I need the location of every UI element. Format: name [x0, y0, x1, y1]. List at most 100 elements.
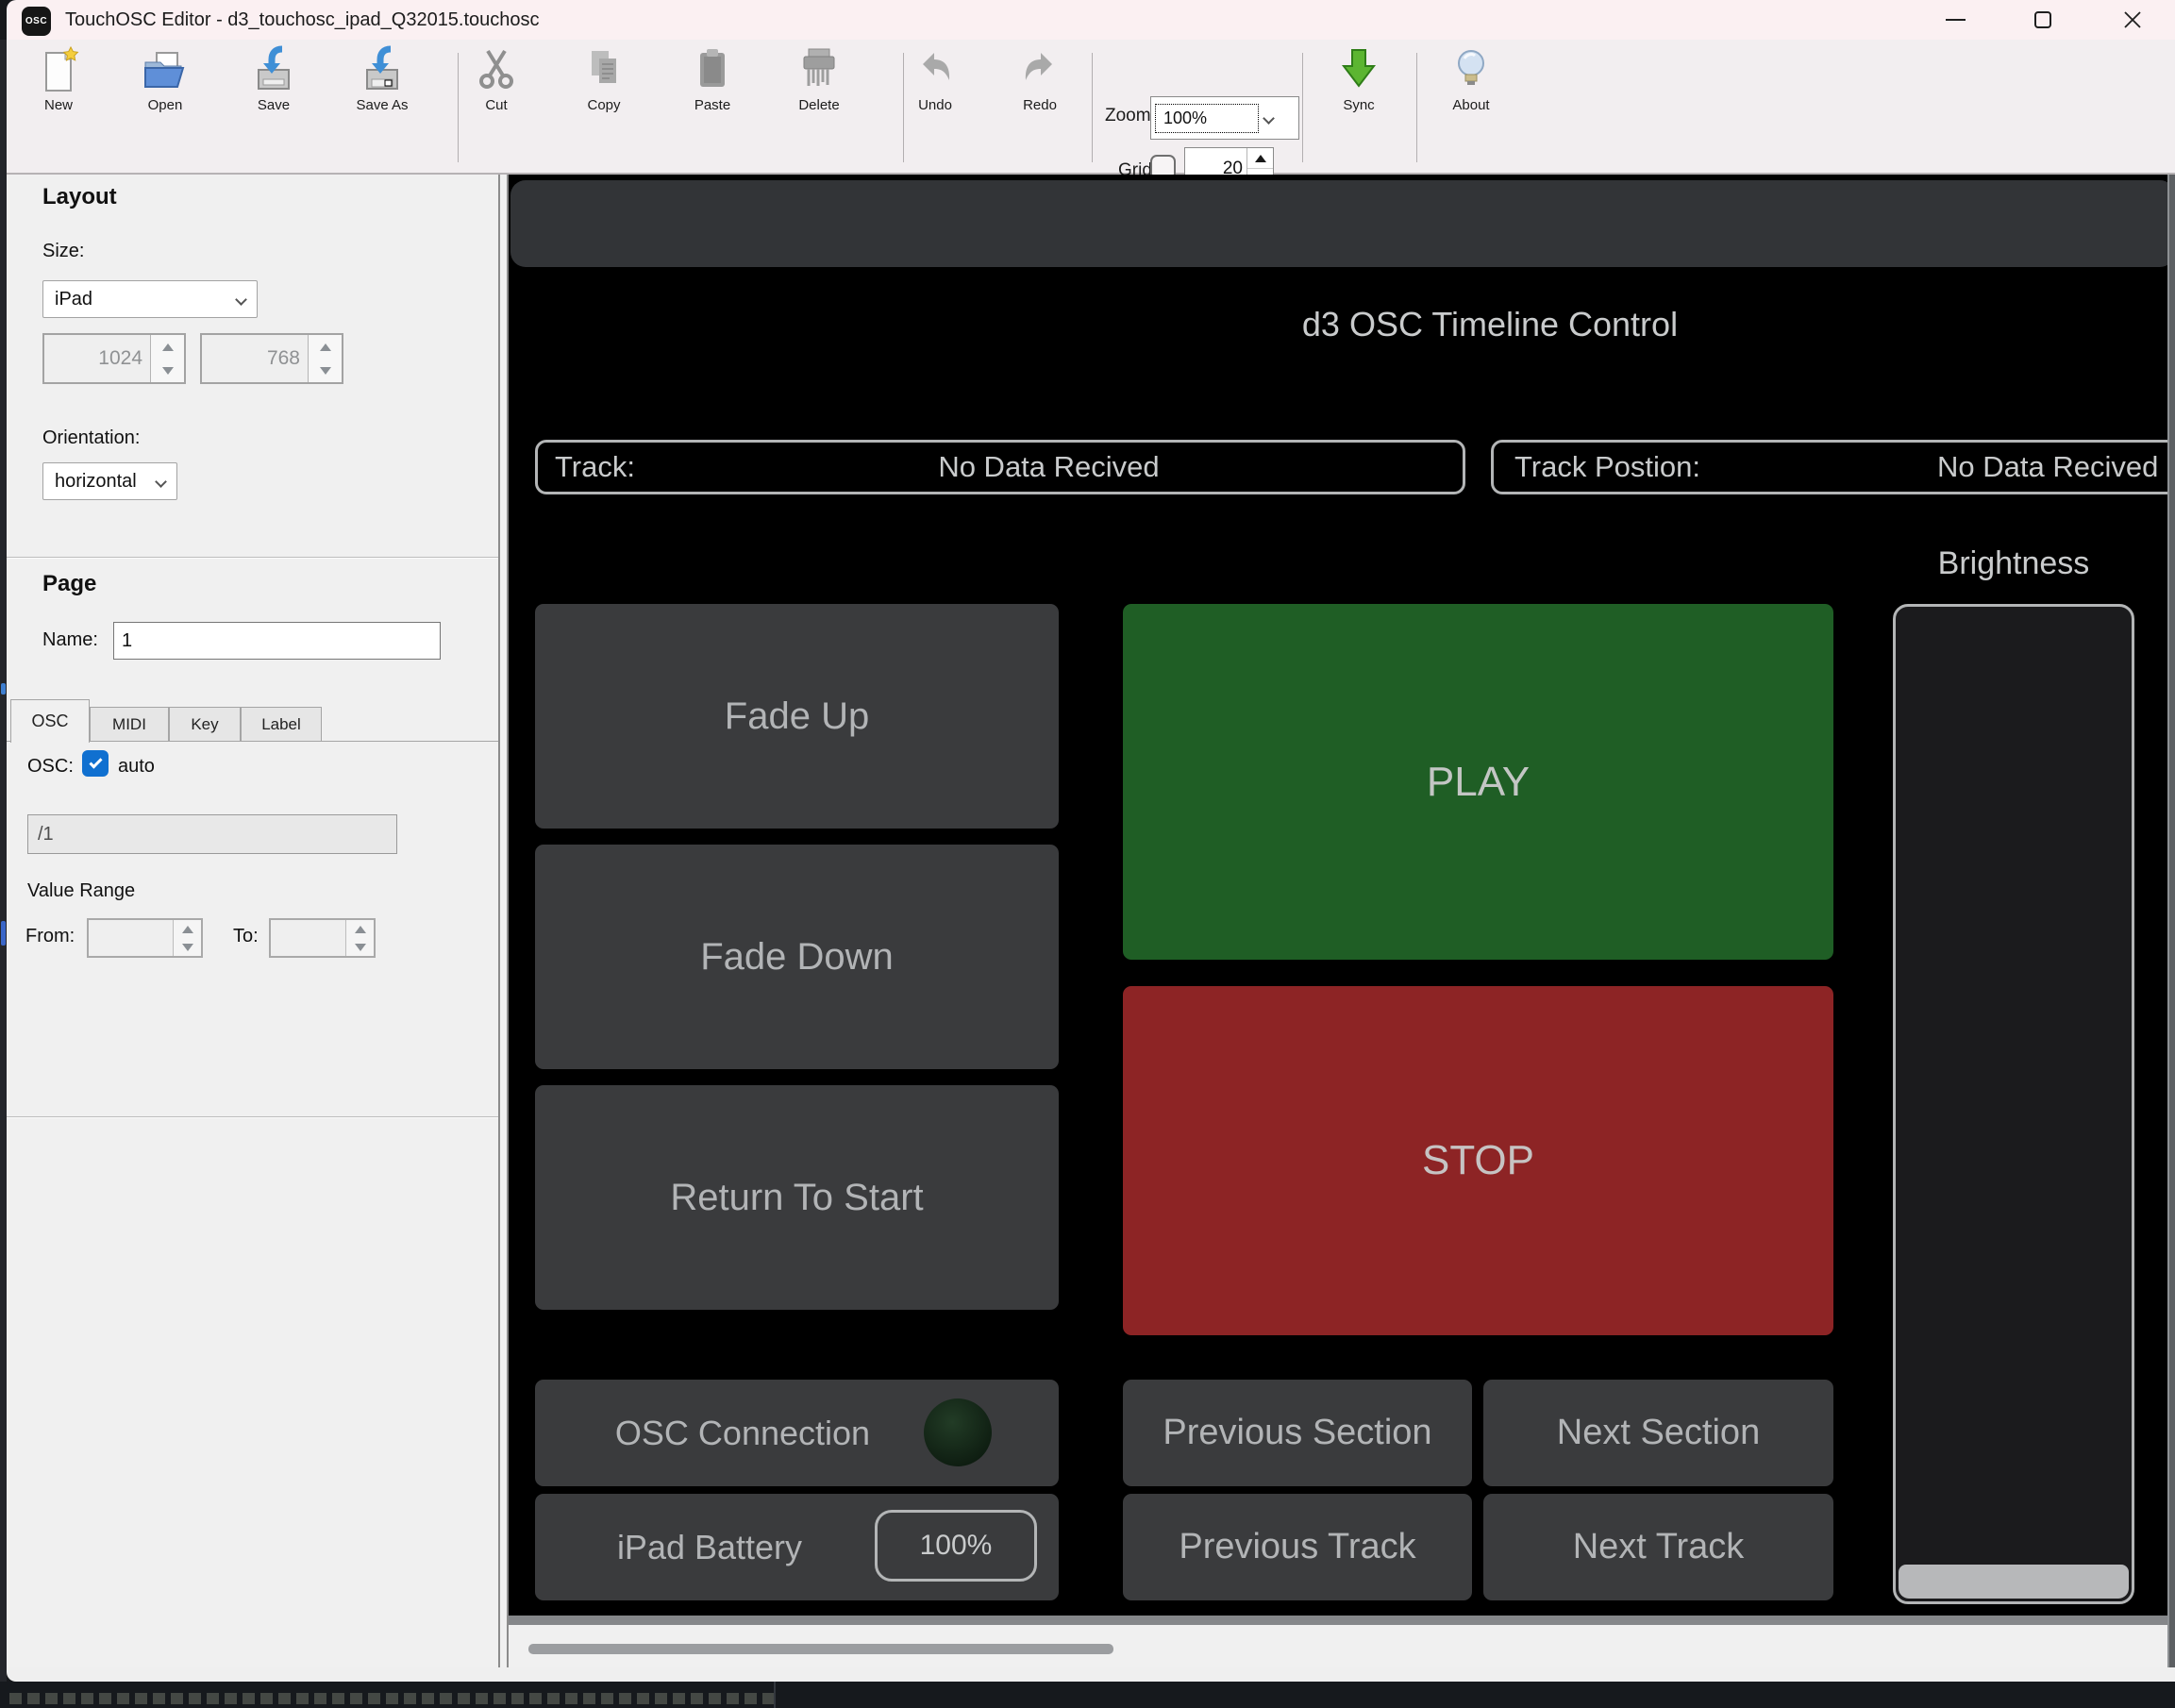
sidebar-splitter[interactable] — [498, 175, 509, 1667]
tab-label[interactable]: Label — [241, 707, 322, 741]
osc-label: OSC: — [27, 756, 74, 778]
page-name-label: Name: — [42, 629, 98, 651]
window-title: TouchOSC Editor - d3_touchosc_ipad_Q3201… — [65, 0, 540, 40]
stop-button[interactable]: STOP — [1123, 986, 1833, 1335]
about-button[interactable]: About — [1429, 45, 1514, 136]
from-stepper[interactable] — [87, 918, 203, 958]
spin-up-button[interactable] — [151, 335, 184, 359]
layout-canvas[interactable]: d3 OSC Timeline Control Track: No Data R… — [509, 175, 2175, 1616]
spin-up-button[interactable] — [309, 335, 342, 359]
redo-arrow-icon — [1018, 45, 1062, 94]
sync-button-label: Sync — [1316, 97, 1401, 113]
tab-key-label: Key — [191, 715, 218, 734]
orientation-select[interactable]: horizontal — [42, 462, 177, 500]
track-position-value: No Data Recived — [1937, 450, 2175, 484]
clipboard-icon — [691, 45, 734, 94]
page-name-input[interactable] — [113, 622, 441, 660]
spin-up-button[interactable] — [346, 920, 374, 938]
minimize-button[interactable] — [1925, 0, 1985, 40]
layout-height-stepper[interactable]: 768 — [200, 333, 343, 384]
tab-midi[interactable]: MIDI — [90, 707, 169, 741]
new-button[interactable]: New — [16, 45, 101, 136]
background-blue-dot — [1, 683, 6, 695]
spin-down-button[interactable] — [309, 359, 342, 382]
close-icon — [2122, 9, 2143, 30]
from-label: From: — [25, 926, 75, 947]
layout-width-value: 1024 — [98, 335, 142, 382]
cut-button[interactable]: Cut — [454, 45, 539, 136]
osc-connection-label: OSC Connection — [592, 1414, 894, 1453]
horizontal-scrollbar[interactable] — [509, 1616, 2175, 1667]
copy-button[interactable]: Copy — [561, 45, 646, 136]
shredder-icon — [797, 45, 841, 94]
toolbar: New Open Save — [7, 40, 2175, 175]
track-display[interactable]: Track: No Data Recived — [535, 440, 1465, 494]
osc-address-field[interactable]: /1 — [27, 814, 397, 854]
track-position-label: Track Postion: — [1494, 450, 1700, 484]
sync-button[interactable]: Sync — [1316, 45, 1401, 136]
minimize-icon — [1946, 19, 1966, 21]
undo-arrow-icon — [913, 45, 957, 94]
osc-auto-checkbox[interactable] — [82, 750, 109, 777]
tab-key[interactable]: Key — [169, 707, 241, 741]
spin-up-icon — [1255, 155, 1266, 162]
page-section-title: Page — [42, 571, 96, 597]
section-divider — [7, 557, 498, 559]
spin-up-button[interactable] — [1247, 148, 1273, 168]
fade-down-label: Fade Down — [700, 936, 894, 979]
brightness-label: Brightness — [1882, 545, 2146, 582]
layout-title-label[interactable]: d3 OSC Timeline Control — [1169, 305, 1811, 344]
undo-button[interactable]: Undo — [895, 45, 975, 136]
save-as-button[interactable]: Save As — [335, 45, 429, 136]
spin-up-icon — [162, 343, 174, 351]
next-track-button[interactable]: Next Track — [1483, 1494, 1833, 1600]
toolbar-separator — [1092, 53, 1093, 162]
track-value: No Data Recived — [635, 450, 1463, 484]
fade-up-button[interactable]: Fade Up — [535, 604, 1059, 829]
redo-button[interactable]: Redo — [1000, 45, 1079, 136]
spin-up-button[interactable] — [174, 920, 201, 938]
background-window-bottom-strip — [0, 1682, 2175, 1708]
value-range-label: Value Range — [27, 880, 135, 902]
play-label: PLAY — [1427, 759, 1530, 806]
fader-handle[interactable] — [1899, 1565, 2129, 1599]
track-position-display[interactable]: Track Postion: No Data Recived — [1491, 440, 2175, 494]
next-section-button[interactable]: Next Section — [1483, 1380, 1833, 1486]
horizontal-scrollbar-thumb[interactable] — [528, 1644, 1113, 1654]
spin-down-icon — [355, 944, 366, 951]
osc-auto-label: auto — [118, 756, 155, 778]
spin-down-button[interactable] — [151, 359, 184, 382]
osc-connection-panel[interactable]: OSC Connection — [535, 1380, 1059, 1486]
size-label: Size: — [42, 241, 84, 262]
previous-section-button[interactable]: Previous Section — [1123, 1380, 1472, 1486]
spin-down-button[interactable] — [174, 938, 201, 956]
spin-up-icon — [355, 926, 366, 933]
status-bar — [7, 1667, 2175, 1682]
background-cutoff-text — [9, 1693, 774, 1704]
track-label: Track: — [538, 450, 635, 484]
canvas-header-panel[interactable] — [510, 180, 2175, 267]
paste-button[interactable]: Paste — [670, 45, 755, 136]
return-to-start-button[interactable]: Return To Start — [535, 1085, 1059, 1310]
save-as-button-label: Save As — [335, 97, 429, 113]
spin-down-button[interactable] — [346, 938, 374, 956]
cut-button-label: Cut — [454, 97, 539, 113]
to-stepper[interactable] — [269, 918, 376, 958]
delete-button-label: Delete — [777, 97, 862, 113]
zoom-select[interactable]: 100% — [1150, 96, 1299, 140]
ipad-battery-panel[interactable]: iPad Battery 100% — [535, 1494, 1059, 1600]
size-select[interactable]: iPad — [42, 280, 258, 318]
fade-down-button[interactable]: Fade Down — [535, 845, 1059, 1069]
brightness-fader[interactable] — [1893, 604, 2134, 1604]
layout-width-stepper[interactable]: 1024 — [42, 333, 186, 384]
previous-track-button[interactable]: Previous Track — [1123, 1494, 1472, 1600]
delete-button[interactable]: Delete — [777, 45, 862, 136]
open-folder-icon — [142, 45, 189, 94]
close-button[interactable] — [2102, 0, 2163, 40]
save-button[interactable]: Save — [231, 45, 316, 136]
open-button[interactable]: Open — [123, 45, 208, 136]
play-button[interactable]: PLAY — [1123, 604, 1833, 960]
maximize-button[interactable] — [2013, 0, 2073, 40]
tab-osc[interactable]: OSC — [10, 699, 90, 743]
spin-down-icon — [162, 367, 174, 375]
